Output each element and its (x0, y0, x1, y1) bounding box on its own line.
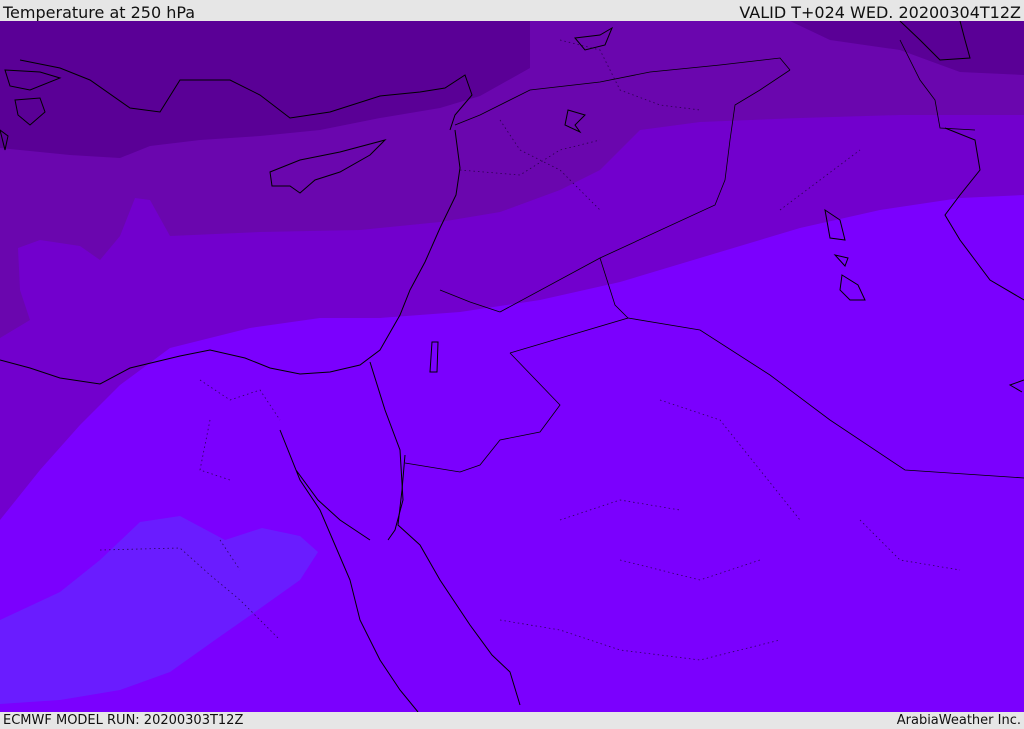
model-run: ECMWF MODEL RUN: 20200303T12Z (3, 713, 244, 728)
valid-time: VALID T+024 WED. 20200304T12Z (739, 3, 1021, 22)
credit: ArabiaWeather Inc. (896, 713, 1021, 728)
map-canvas (0, 21, 1024, 712)
weather-map[interactable] (0, 21, 1024, 712)
header-bar: Temperature at 250 hPa VALID T+024 WED. … (0, 0, 1024, 22)
map-title: Temperature at 250 hPa (3, 3, 196, 22)
footer-bar: ECMWF MODEL RUN: 20200303T12Z ArabiaWeat… (0, 712, 1024, 729)
